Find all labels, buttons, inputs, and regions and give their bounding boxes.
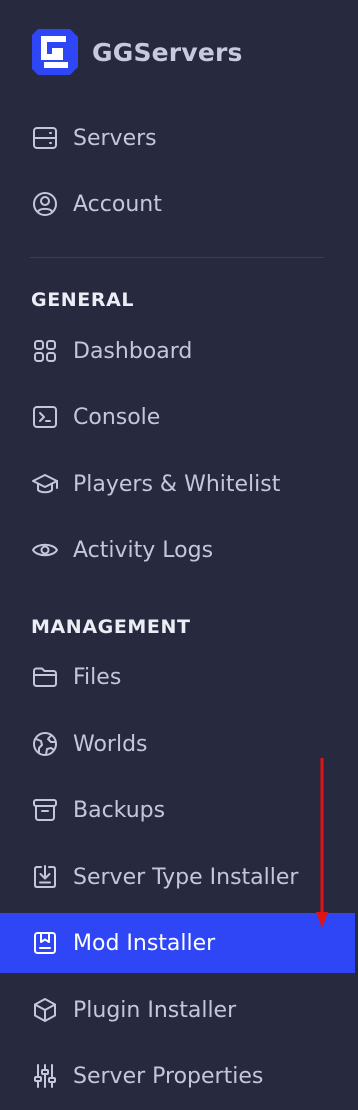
terminal-icon bbox=[33, 406, 57, 428]
nav-item-label: Server Properties bbox=[73, 1063, 264, 1089]
nav-item-server-properties[interactable]: Server Properties bbox=[0, 1046, 355, 1106]
nav-item-console[interactable]: Console bbox=[0, 387, 355, 447]
download-box-icon bbox=[34, 865, 56, 888]
archive-icon bbox=[33, 799, 57, 821]
nav-item-server-type-installer[interactable]: Server Type Installer bbox=[0, 847, 355, 907]
nav-item-dashboard[interactable]: Dashboard bbox=[0, 321, 355, 381]
nav-item-activity-logs[interactable]: Activity Logs bbox=[0, 520, 355, 580]
sliders-icon bbox=[34, 1064, 56, 1088]
nav-item-backups[interactable]: Backups bbox=[0, 780, 355, 840]
nav-item-label: Players & Whitelist bbox=[73, 471, 281, 497]
nav-item-mod-installer[interactable]: Mod Installer bbox=[0, 913, 355, 973]
nav-item-label: Plugin Installer bbox=[73, 997, 237, 1023]
nav-item-label: Server Type Installer bbox=[73, 864, 299, 890]
section-header-management: MANAGEMENT bbox=[31, 616, 191, 638]
nav-item-players-whitelist[interactable]: Players & Whitelist bbox=[0, 454, 355, 514]
folder-icon bbox=[33, 667, 57, 687]
book-bookmark-icon bbox=[34, 932, 56, 954]
nav-item-label: Account bbox=[73, 191, 162, 217]
grid-icon bbox=[34, 340, 56, 362]
nav-item-account[interactable]: Account bbox=[0, 174, 355, 234]
nav-item-label: Console bbox=[73, 404, 161, 430]
nav-item-label: Files bbox=[73, 664, 122, 690]
brand[interactable]: GGServers bbox=[30, 27, 243, 77]
server-icon bbox=[33, 127, 57, 149]
user-circle-icon bbox=[33, 192, 57, 216]
nav-item-files[interactable]: Files bbox=[0, 647, 355, 707]
eye-icon bbox=[32, 543, 58, 557]
divider bbox=[30, 257, 324, 258]
nav-item-label: Dashboard bbox=[73, 338, 193, 364]
brand-name: GGServers bbox=[92, 37, 243, 67]
nav-item-servers[interactable]: Servers bbox=[0, 108, 355, 168]
graduation-cap-icon bbox=[32, 474, 58, 494]
cube-icon bbox=[34, 998, 56, 1022]
section-header-general: GENERAL bbox=[31, 289, 135, 311]
nav-item-worlds[interactable]: Worlds bbox=[0, 714, 355, 774]
annotation-arrow-icon bbox=[316, 758, 328, 928]
nav-item-plugin-installer[interactable]: Plugin Installer bbox=[0, 980, 355, 1040]
nav-item-label: Mod Installer bbox=[73, 930, 216, 956]
globe-icon bbox=[33, 732, 57, 756]
nav-item-label: Backups bbox=[73, 797, 166, 823]
nav-item-label: Activity Logs bbox=[73, 537, 214, 563]
nav-item-label: Servers bbox=[73, 125, 157, 151]
ggservers-logo-icon bbox=[32, 29, 78, 75]
nav-item-label: Worlds bbox=[73, 731, 148, 757]
